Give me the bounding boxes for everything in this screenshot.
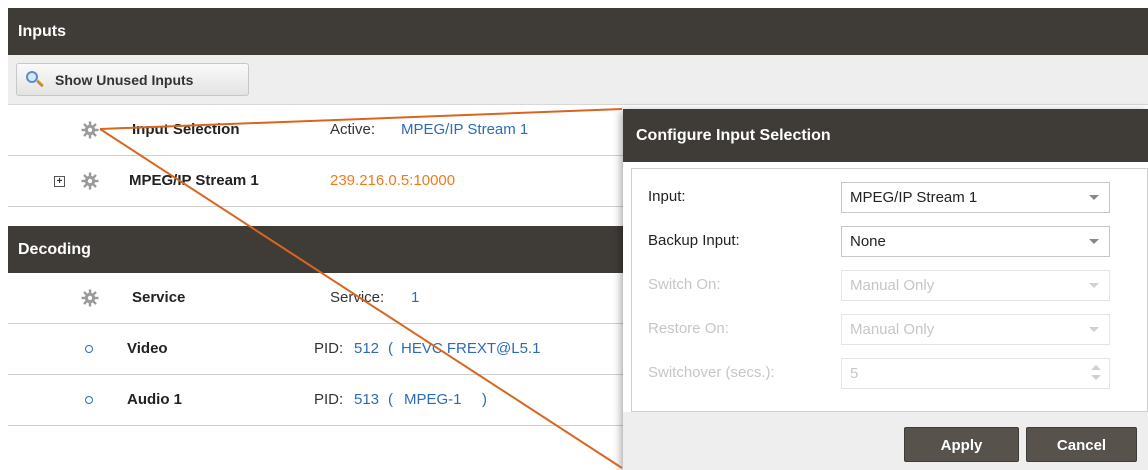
switch-on-label: Switch On: xyxy=(648,276,721,293)
mpeg-ip-stream-label: MPEG/IP Stream 1 xyxy=(129,172,259,189)
restore-on-value: Manual Only xyxy=(850,321,935,338)
video-label: Video xyxy=(127,340,168,357)
input-field-label: Input: xyxy=(648,188,686,205)
video-pid-key: PID: xyxy=(314,340,344,357)
dialog-title: Configure Input Selection xyxy=(623,109,1148,162)
gear-icon[interactable] xyxy=(81,172,99,190)
audio-paren-open: ( xyxy=(388,391,393,408)
gear-icon[interactable] xyxy=(81,289,99,307)
backup-input-value: None xyxy=(850,233,886,250)
bullet-icon xyxy=(85,396,93,404)
field-input: Input: MPEG/IP Stream 1 xyxy=(632,177,1148,217)
video-codec[interactable]: HEVC FREXT@L5.1 xyxy=(401,324,540,374)
switchover-label: Switchover (secs.): xyxy=(648,364,775,381)
switch-on-select: Manual Only xyxy=(841,270,1110,301)
video-pid-value[interactable]: 512 xyxy=(354,324,379,374)
apply-button[interactable]: Apply xyxy=(904,427,1019,462)
restore-on-label: Restore On: xyxy=(648,320,729,337)
active-key: Active: xyxy=(330,121,376,138)
show-unused-inputs-button[interactable]: Show Unused Inputs xyxy=(16,63,249,96)
chevron-down-icon xyxy=(1089,239,1099,244)
field-switch-on: Switch On: Manual Only xyxy=(632,265,1148,305)
expand-plus-icon[interactable]: + xyxy=(54,176,65,187)
restore-on-select: Manual Only xyxy=(841,314,1110,345)
stream-address: 239.216.0.5:10000 xyxy=(330,172,456,189)
audio-label: Audio 1 xyxy=(127,391,182,408)
field-restore-on: Restore On: Manual Only xyxy=(632,309,1148,349)
inputs-title: Inputs xyxy=(18,23,66,40)
gear-icon[interactable] xyxy=(81,121,99,139)
input-selection-label: Input Selection xyxy=(132,121,240,138)
switchover-value: 5 xyxy=(850,365,859,382)
inputs-toolbar: Show Unused Inputs xyxy=(8,55,1148,105)
audio-paren-close: ) xyxy=(482,391,487,408)
field-backup-input: Backup Input: None xyxy=(632,221,1148,261)
input-select[interactable]: MPEG/IP Stream 1 xyxy=(841,182,1110,213)
chevron-down-icon xyxy=(1089,195,1099,200)
show-unused-inputs-label: Show Unused Inputs xyxy=(55,71,194,88)
input-select-value: MPEG/IP Stream 1 xyxy=(850,189,978,206)
decoding-title: Decoding xyxy=(18,241,91,258)
active-input-link[interactable]: MPEG/IP Stream 1 xyxy=(401,105,528,155)
backup-input-label: Backup Input: xyxy=(648,232,740,249)
service-value[interactable]: 1 xyxy=(411,273,419,323)
inputs-section-header: Inputs xyxy=(8,8,1148,55)
video-paren-open: ( xyxy=(388,340,393,357)
service-key: Service: xyxy=(330,289,385,306)
bullet-icon xyxy=(85,345,93,353)
cancel-button[interactable]: Cancel xyxy=(1026,427,1137,462)
chevron-down-icon xyxy=(1089,283,1099,288)
audio-pid-value[interactable]: 513 xyxy=(354,375,379,425)
dialog-form: Input: MPEG/IP Stream 1 Backup Input: No… xyxy=(631,168,1148,412)
dialog-footer: Apply Cancel xyxy=(623,412,1148,470)
audio-codec[interactable]: MPEG-1 xyxy=(404,375,462,425)
magnifier-icon xyxy=(25,70,45,90)
backup-input-select[interactable]: None xyxy=(841,226,1110,257)
service-label: Service xyxy=(132,289,186,306)
switch-on-value: Manual Only xyxy=(850,277,935,294)
spinner-icon xyxy=(1091,365,1101,383)
switchover-input: 5 xyxy=(841,358,1110,389)
audio-pid-key: PID: xyxy=(314,391,344,408)
field-switchover: Switchover (secs.): 5 xyxy=(632,353,1148,393)
configure-input-selection-dialog: Configure Input Selection Input: MPEG/IP… xyxy=(623,109,1148,470)
chevron-down-icon xyxy=(1089,327,1099,332)
